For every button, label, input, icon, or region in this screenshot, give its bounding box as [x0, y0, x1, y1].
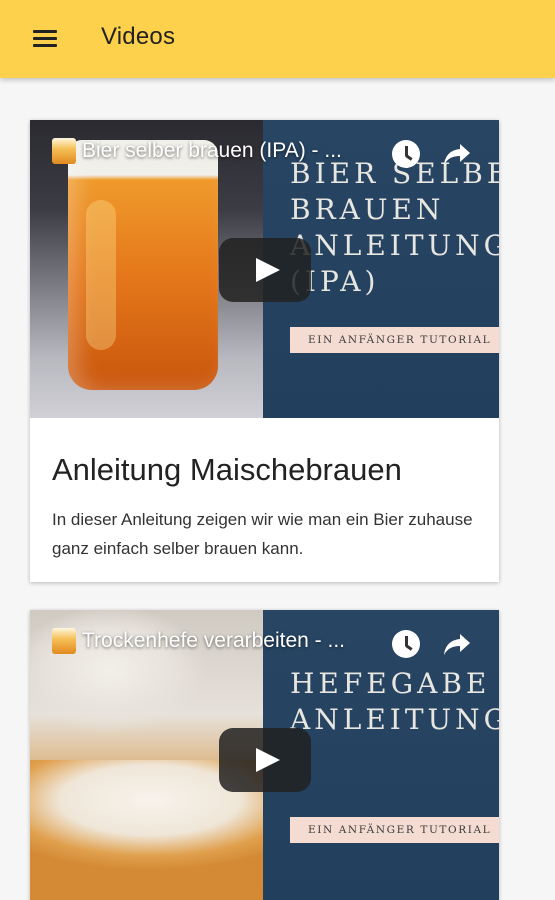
hamburger-menu-icon[interactable] [30, 25, 60, 53]
video-player[interactable]: HEFEGABE ANLEITUNG EIN ANFÄNGER TUTORIAL … [30, 610, 499, 900]
card-title: Anleitung Maischebrauen [52, 452, 402, 487]
video-title: Bier selber brauen (IPA) - ... [82, 139, 342, 162]
card-body: Anleitung Maischebrauen In dieser Anleit… [52, 450, 477, 563]
share-icon[interactable] [442, 140, 472, 168]
thumbnail-title: BIER SELBERBRAUENANLEITUNG(IPA) [290, 157, 499, 298]
thumbnail-title: HEFEGABE ANLEITUNG [290, 667, 499, 736]
thumbnail-ribbon: EIN ANFÄNGER TUTORIAL [290, 327, 499, 353]
video-player[interactable]: BIER SELBERBRAUENANLEITUNG(IPA) EIN ANFÄ… [30, 120, 499, 418]
clock-icon[interactable] [392, 630, 420, 658]
video-card: HEFEGABE ANLEITUNG EIN ANFÄNGER TUTORIAL … [30, 610, 499, 900]
beer-icon [52, 628, 76, 654]
play-icon[interactable] [219, 728, 311, 792]
clock-icon[interactable] [392, 140, 420, 168]
beer-glass-image [68, 140, 218, 390]
video-card: BIER SELBERBRAUENANLEITUNG(IPA) EIN ANFÄ… [30, 120, 499, 582]
thumbnail-ribbon: EIN ANFÄNGER TUTORIAL [290, 817, 499, 843]
beer-icon [52, 138, 76, 164]
play-icon[interactable] [219, 238, 311, 302]
app-bar: Videos [0, 0, 555, 78]
video-title: Trockenhefe verarbeiten - ... [82, 629, 346, 652]
share-icon[interactable] [442, 630, 472, 658]
video-title-overlay[interactable]: Bier selber brauen (IPA) - ... [52, 138, 389, 164]
video-title-overlay[interactable]: Trockenhefe verarbeiten - ... [52, 628, 389, 654]
page-title: Videos [101, 23, 176, 50]
card-description: In dieser Anleitung zeigen wir wie man e… [52, 510, 473, 558]
